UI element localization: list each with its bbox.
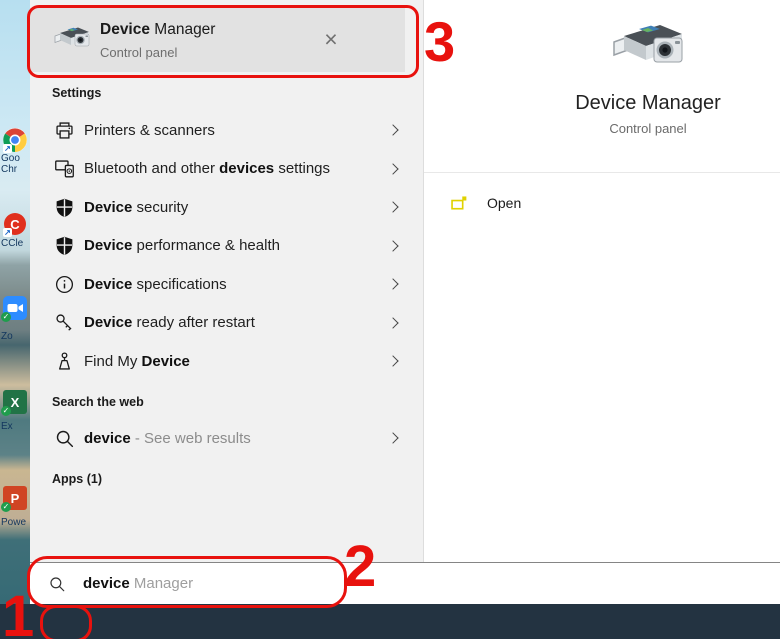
section-header-search-the-web: Search the web [30,381,423,420]
sync-check-icon: ✓ [1,502,11,512]
ccleaner-desktop-label: CCle [1,238,30,249]
svg-text:P: P [11,491,20,506]
find-device-pin-icon [52,349,76,373]
sync-check-icon: ✓ [1,406,11,416]
settings-item-device-performance[interactable]: Device performance & health [30,227,423,266]
excel-desktop-label: Ex [1,421,30,432]
settings-item-device-ready-after-restart[interactable]: Device ready after restart [30,304,423,343]
preview-title: Device Manager [498,92,780,115]
chevron-right-icon [387,240,398,251]
shortcut-arrow-icon: ↗ [3,144,12,153]
excel-desktop-icon[interactable]: X ✓ [3,390,27,414]
windows-search-screen: ↗ GooChr C ↗ CCle ✓ Zo X [0,0,780,639]
device-manager-icon [54,21,92,53]
preview-panel [423,0,780,562]
info-icon [52,272,76,296]
open-action[interactable]: Open [450,194,521,212]
close-icon[interactable]: × [318,25,344,53]
best-match-title: Device Manager [100,21,215,39]
results-list: Settings Printers & scanners [30,72,423,496]
chevron-right-icon [387,202,398,213]
search-suggestion-text: Manager [130,575,193,592]
best-match-result[interactable]: Device Manager Control panel × [30,8,405,72]
ccleaner-desktop-icon[interactable]: C ↗ [3,212,27,236]
search-input[interactable]: device Manager [30,562,780,604]
devices-icon [52,157,76,181]
device-manager-icon-large [612,13,688,75]
printer-icon [52,118,76,142]
settings-item-device-specifications[interactable]: Device specifications [30,265,423,304]
powerpoint-desktop-icon[interactable]: P ✓ [3,486,27,510]
zoom-desktop-label: Zo [1,331,30,342]
open-label: Open [487,195,521,211]
section-header-settings: Settings [30,72,423,111]
preview-divider [424,172,780,173]
open-icon [450,194,468,212]
shield-icon [52,195,76,219]
chrome-desktop-label: GooChr [1,153,30,175]
chevron-right-icon [387,433,398,444]
zoom-desktop-icon[interactable]: ✓ [3,296,27,320]
search-icon [48,575,66,593]
sync-check-icon: ✓ [1,312,11,322]
settings-item-find-my-device[interactable]: Find My Device [30,342,423,381]
search-icon [52,426,76,450]
chevron-right-icon [387,356,398,367]
powerpoint-desktop-label: Powe [1,517,30,528]
search-typed-text: device [83,575,130,592]
chevron-right-icon [387,279,398,290]
settings-item-printers-scanners[interactable]: Printers & scanners [30,111,423,150]
desktop-background: ↗ GooChr C ↗ CCle ✓ Zo X [0,0,30,604]
chevron-right-icon [387,317,398,328]
svg-text:X: X [11,395,20,410]
chrome-desktop-icon[interactable]: ↗ [3,128,27,152]
chevron-right-icon [387,125,398,136]
settings-item-device-security[interactable]: Device security [30,188,423,227]
section-header-apps: Apps (1) [30,458,423,497]
best-match-subtitle: Control panel [100,45,177,60]
chevron-right-icon [387,163,398,174]
search-results-panel: Device Manager Control panel × Settings … [30,0,423,562]
settings-item-bluetooth-devices[interactable]: Bluetooth and other devices settings [30,150,423,189]
key-icon [52,311,76,335]
web-search-result[interactable]: device - See web results [30,419,423,458]
shortcut-arrow-icon: ↗ [3,228,12,237]
taskbar: W Ps LINE [0,604,780,639]
shield-icon [52,234,76,258]
preview-subtitle: Control panel [498,121,780,136]
